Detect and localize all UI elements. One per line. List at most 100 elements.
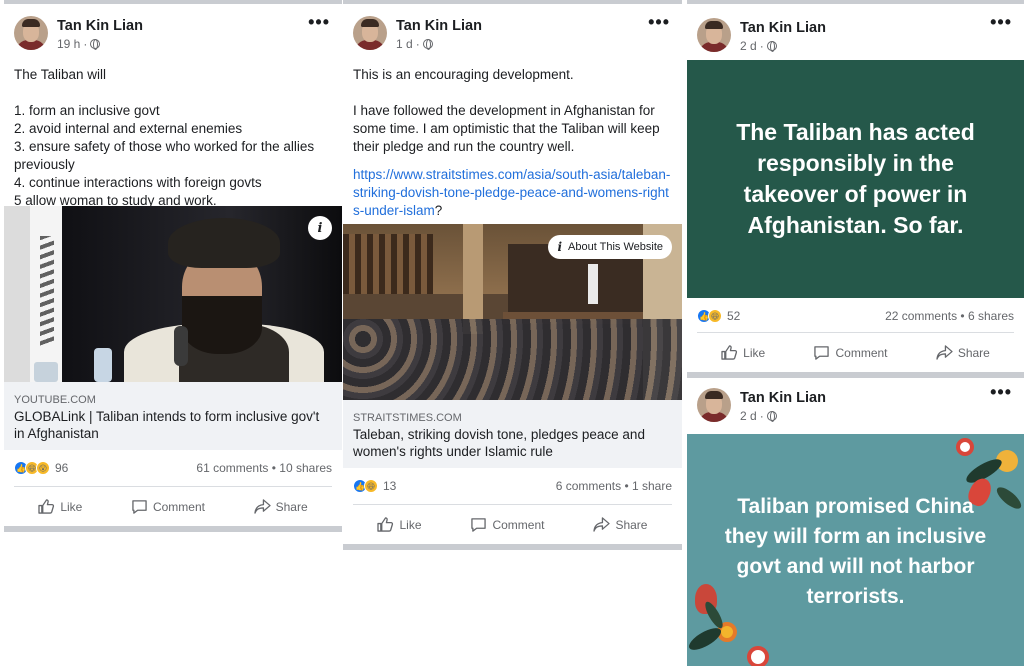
- more-options-button[interactable]: •••: [990, 382, 1012, 403]
- haha-reaction-icon: 😆: [708, 309, 722, 323]
- like-button[interactable]: Like: [377, 517, 422, 532]
- post-text: The Taliban will 1. form an inclusive go…: [4, 54, 342, 208]
- public-globe-icon: [422, 39, 433, 50]
- info-icon[interactable]: i: [308, 216, 332, 240]
- article-thumbnail[interactable]: i About This Website: [343, 224, 682, 400]
- share-button[interactable]: Share: [253, 499, 308, 514]
- share-label: Share: [275, 499, 308, 514]
- thumbs-up-icon: [721, 345, 738, 360]
- leaf-decoration: [993, 483, 1024, 513]
- about-this-website-button[interactable]: i About This Website: [548, 235, 672, 259]
- flower-decoration: [956, 438, 974, 456]
- share-button[interactable]: Share: [936, 345, 990, 360]
- text-line: 3. ensure safety of those who worked for…: [14, 139, 315, 172]
- post-header: Tan Kin Lian 2 d · •••: [687, 4, 1024, 60]
- comment-button[interactable]: Comment: [813, 345, 888, 360]
- link-preview[interactable]: i About This Website STRAITSTIMES.COM Ta…: [343, 224, 682, 468]
- comment-icon: [814, 346, 830, 360]
- info-icon: i: [557, 240, 563, 254]
- author-name[interactable]: Tan Kin Lian: [740, 20, 826, 36]
- link-preview[interactable]: i YOUTUBE.COM GLOBALink | Taliban intend…: [4, 206, 342, 450]
- public-globe-icon: [766, 41, 777, 52]
- like-button[interactable]: Like: [721, 345, 765, 360]
- divider: [343, 544, 682, 550]
- author-name[interactable]: Tan Kin Lian: [396, 18, 482, 34]
- post-column-1: Tan Kin Lian 19 h · ••• The Taliban will …: [4, 0, 342, 666]
- avatar[interactable]: [353, 16, 387, 50]
- text-line: [353, 84, 672, 102]
- author-name[interactable]: Tan Kin Lian: [57, 18, 143, 34]
- card-text: Taliban promised China they will form an…: [724, 495, 987, 608]
- comment-icon: [132, 500, 147, 514]
- text-background-post: Taliban promised China they will form an…: [687, 434, 1024, 666]
- comment-label: Comment: [152, 499, 205, 514]
- text-line: I have followed the development in Afgha…: [353, 103, 660, 154]
- share-label: Share: [957, 345, 990, 360]
- time-label: 1 d: [396, 37, 413, 51]
- post-actions: Like Comment Share: [353, 504, 672, 544]
- post-time[interactable]: 2 d ·: [740, 409, 777, 423]
- comments-shares-count[interactable]: 61 comments • 10 shares: [196, 461, 332, 475]
- post-time[interactable]: 1 d ·: [396, 37, 433, 51]
- like-label: Like: [743, 345, 766, 360]
- post-column-3: Tan Kin Lian 2 d · ••• The Taliban has ac…: [687, 0, 1024, 666]
- public-globe-icon: [766, 411, 777, 422]
- comment-button[interactable]: Comment: [470, 517, 544, 532]
- comment-label: Comment: [835, 345, 888, 360]
- author-name[interactable]: Tan Kin Lian: [740, 390, 826, 406]
- avatar[interactable]: [697, 388, 731, 422]
- about-label: About This Website: [568, 241, 663, 253]
- avatar[interactable]: [14, 16, 48, 50]
- divider: [4, 526, 342, 532]
- link-title[interactable]: GLOBALink | Taliban intends to form incl…: [4, 408, 342, 450]
- post-stats: 👍 😆 😮 96 61 comments • 10 shares: [4, 450, 342, 486]
- text-line: [353, 156, 672, 166]
- reactions-summary[interactable]: 👍 😆 😮 96: [14, 461, 68, 475]
- time-label: 2 d: [740, 39, 757, 53]
- post-header: Tan Kin Lian 2 d · •••: [687, 378, 1024, 434]
- share-button[interactable]: Share: [593, 517, 647, 532]
- link-title[interactable]: Taleban, striking dovish tone, pledges p…: [343, 426, 682, 468]
- comments-shares-count[interactable]: 22 comments • 6 shares: [885, 309, 1014, 323]
- share-icon: [593, 517, 611, 532]
- comments-shares-count[interactable]: 6 comments • 1 share: [556, 479, 672, 493]
- post-column-2: Tan Kin Lian 1 d · ••• This is an encoura…: [343, 0, 682, 666]
- time-label: 2 d: [740, 409, 757, 423]
- text-line: 4. continue interactions with foreign go…: [14, 175, 262, 190]
- public-globe-icon: [90, 39, 101, 50]
- link-suffix: ?: [434, 203, 443, 218]
- avatar[interactable]: [697, 18, 731, 52]
- more-options-button[interactable]: •••: [308, 12, 330, 33]
- time-label: 19 h: [57, 37, 81, 51]
- card-text: The Taliban has acted responsibly in the…: [736, 119, 975, 238]
- comment-button[interactable]: Comment: [131, 499, 205, 514]
- like-button[interactable]: Like: [38, 499, 82, 514]
- post-actions: Like Comment Share: [14, 486, 332, 526]
- thumbs-up-icon: [377, 517, 394, 532]
- more-options-button[interactable]: •••: [648, 12, 670, 33]
- video-thumbnail[interactable]: i: [4, 206, 342, 382]
- share-label: Share: [615, 517, 648, 532]
- reactions-summary[interactable]: 👍 😆 52: [697, 309, 740, 323]
- text-line: The Taliban will: [14, 67, 107, 82]
- reaction-count: 52: [727, 309, 741, 323]
- post-stats: 👍 😆 13 6 comments • 1 share: [343, 468, 682, 504]
- haha-reaction-icon: 😆: [364, 479, 378, 493]
- comment-icon: [471, 518, 487, 532]
- text-line: 2. avoid internal and external enemies: [14, 121, 243, 136]
- post-time[interactable]: 19 h ·: [57, 37, 101, 51]
- reaction-count: 13: [383, 479, 397, 493]
- reactions-summary[interactable]: 👍 😆 13: [353, 479, 396, 493]
- article-link[interactable]: https://www.straitstimes.com/asia/south-…: [353, 167, 670, 218]
- wow-reaction-icon: 😮: [36, 461, 50, 475]
- flower-decoration: [747, 646, 769, 666]
- text-background-post: The Taliban has acted responsibly in the…: [687, 60, 1024, 298]
- post-text: This is an encouraging development. I ha…: [343, 54, 682, 224]
- text-line: This is an encouraging development.: [353, 67, 574, 82]
- text-line: [14, 84, 332, 102]
- like-label: Like: [399, 517, 422, 532]
- more-options-button[interactable]: •••: [990, 12, 1012, 33]
- like-label: Like: [60, 499, 83, 514]
- post-time[interactable]: 2 d ·: [740, 39, 777, 53]
- link-domain: YOUTUBE.COM: [14, 394, 96, 406]
